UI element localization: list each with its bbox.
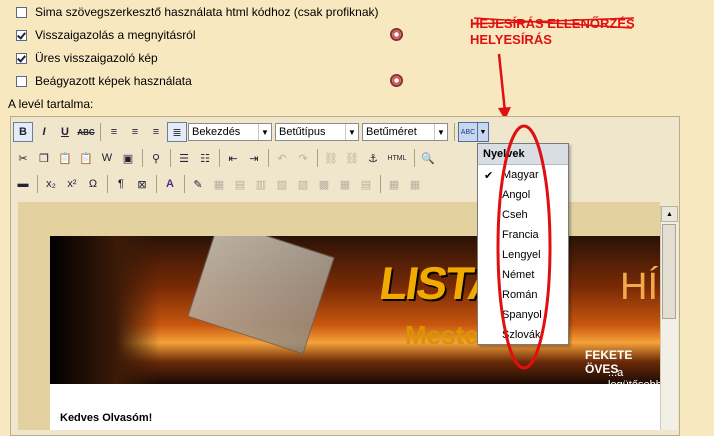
chevron-down-icon: ▼ [258,124,271,140]
align-justify-icon[interactable]: ≣ [167,122,187,142]
table-col-icon[interactable]: ▥ [251,174,271,194]
option-label: Beágyazott képek használata [35,74,192,88]
spellcheck-dropdown-icon[interactable]: ▼ [477,123,488,141]
preview-icon[interactable]: 🔍 [418,148,438,168]
align-left-icon[interactable]: ≡ [104,122,124,142]
banner-right-heading: HÍ [620,266,658,308]
copy-icon[interactable]: ❐ [34,148,54,168]
style-button[interactable]: A [160,174,180,194]
spellcheck-button[interactable]: ABC ▼ [458,122,489,142]
unlink-icon[interactable]: ⛓ [342,148,362,168]
edit-icon[interactable]: ✎ [188,174,208,194]
bold-button[interactable]: B [13,122,33,142]
separator [219,149,220,167]
toolbar-row-1: B I U ABC ≡ ≡ ≡ ≣ Bekezdés ▼ Betűtípus ▼ B… [13,121,489,143]
option-label: Visszaigazolás a megnyitásról [35,28,196,42]
table-grid-icon-2[interactable]: ▦ [405,174,425,194]
format-select[interactable]: Bekezdés ▼ [188,123,272,141]
option-read-receipt[interactable]: Visszaigazolás a megnyitásról [16,27,196,43]
cut-icon[interactable]: ✂ [13,148,33,168]
align-right-icon[interactable]: ≡ [146,122,166,142]
annotation-arrow-icon [497,53,511,120]
paste-word-icon[interactable]: W [97,148,117,168]
separator [454,123,455,141]
option-label: Sima szövegszerkesztő használata html kó… [35,5,379,19]
bullet-list-icon[interactable]: ☰ [174,148,194,168]
settings-gear-icon[interactable] [390,28,403,41]
annotation-line-1: HEJESÍRÁS ELLENŐRZÉS [470,16,635,31]
toolbar-row-3: ▬ x₂ x² Ω ¶ ⊠ A ✎ ▦ ▤ ▥ ▧ ▨ ▩ ▦ ▤ ▦ ▦ [13,173,426,195]
separator [37,175,38,193]
scroll-thumb[interactable] [662,224,676,319]
special-char-button[interactable]: Ω [83,174,103,194]
print-icon[interactable]: ▣ [118,148,138,168]
annotation-ellipse [496,124,552,370]
horizontal-rule-icon[interactable]: ▬ [13,174,33,194]
undo-icon[interactable]: ↶ [272,148,292,168]
toolbar-row-2: ✂ ❐ 📋 📋 W ▣ ⚲ ☰ ☷ ⇤ ⇥ ↶ ↷ ⛓ ⛓ ⚓ HTML 🔍 [13,147,439,169]
check-icon: ✔ [484,169,494,182]
table-row-icon[interactable]: ▤ [230,174,250,194]
table-merge-icon[interactable]: ▧ [272,174,292,194]
anchor-icon[interactable]: ⚓ [363,148,383,168]
separator [380,175,381,193]
separator [100,123,101,141]
scroll-up-icon[interactable]: ▲ [661,206,678,222]
karate-silhouette-image [50,236,160,384]
table-delete-icon[interactable]: ▩ [314,174,334,194]
show-paragraphs-button[interactable]: ¶ [111,174,131,194]
html-button[interactable]: HTML [384,148,410,168]
align-center-icon[interactable]: ≡ [125,122,145,142]
subscript-button[interactable]: x₂ [41,174,61,194]
separator [156,175,157,193]
redo-icon[interactable]: ↷ [293,148,313,168]
banner-right-subtitle: ...a legütősebb [608,367,660,384]
editor-scrollbar[interactable]: ▲ [660,206,678,430]
chevron-down-icon: ▼ [345,124,358,140]
settings-gear-icon[interactable] [390,74,403,87]
separator [142,149,143,167]
separator [107,175,108,193]
table-props-icon[interactable]: ▦ [335,174,355,194]
font-size-select[interactable]: Betűméret ▼ [362,123,448,141]
table-split-icon[interactable]: ▨ [293,174,313,194]
paste-icon[interactable]: 📋 [55,148,75,168]
option-embedded-images[interactable]: Beágyazott képek használata [16,73,192,89]
separator [317,149,318,167]
numbered-list-icon[interactable]: ☷ [195,148,215,168]
option-html-editor[interactable]: Sima szövegszerkesztő használata html kó… [16,4,378,20]
table-cell-icon[interactable]: ▤ [356,174,376,194]
envelope-image [187,236,335,355]
find-icon[interactable]: ⚲ [146,148,166,168]
option-empty-image[interactable]: Üres visszaigazoló kép [16,50,158,66]
option-label: Üres visszaigazoló kép [35,51,158,65]
paste-text-icon[interactable]: 📋 [76,148,96,168]
checkbox-embedded-images[interactable] [16,75,27,87]
separator [170,149,171,167]
annotation-line-2: HELYESÍRÁS [470,32,552,47]
superscript-button[interactable]: x² [62,174,82,194]
separator [184,175,185,193]
font-family-select[interactable]: Betűtípus ▼ [275,123,359,141]
chevron-down-icon: ▼ [434,124,447,140]
annotation-text: HEJESÍRÁS ELLENŐRZÉS HELYESÍRÁS [470,16,635,48]
content-label: A levél tartalma: [8,97,94,111]
underline-button[interactable]: U [55,122,75,142]
checkbox-read-receipt[interactable] [16,29,27,41]
separator [414,149,415,167]
outdent-icon[interactable]: ⇤ [223,148,243,168]
greeting-text: Kedves Olvasóm! [60,412,153,424]
separator [268,149,269,167]
link-icon[interactable]: ⛓ [321,148,341,168]
table-icon[interactable]: ▦ [209,174,229,194]
checkbox-empty-image[interactable] [16,52,27,64]
checkbox-html-editor[interactable] [16,6,27,18]
table-grid-icon[interactable]: ▦ [384,174,404,194]
indent-icon[interactable]: ⇥ [244,148,264,168]
remove-format-icon[interactable]: ⊠ [132,174,152,194]
strikethrough-button[interactable]: ABC [76,122,96,142]
spellcheck-icon[interactable]: ABC [459,123,477,141]
italic-button[interactable]: I [34,122,54,142]
